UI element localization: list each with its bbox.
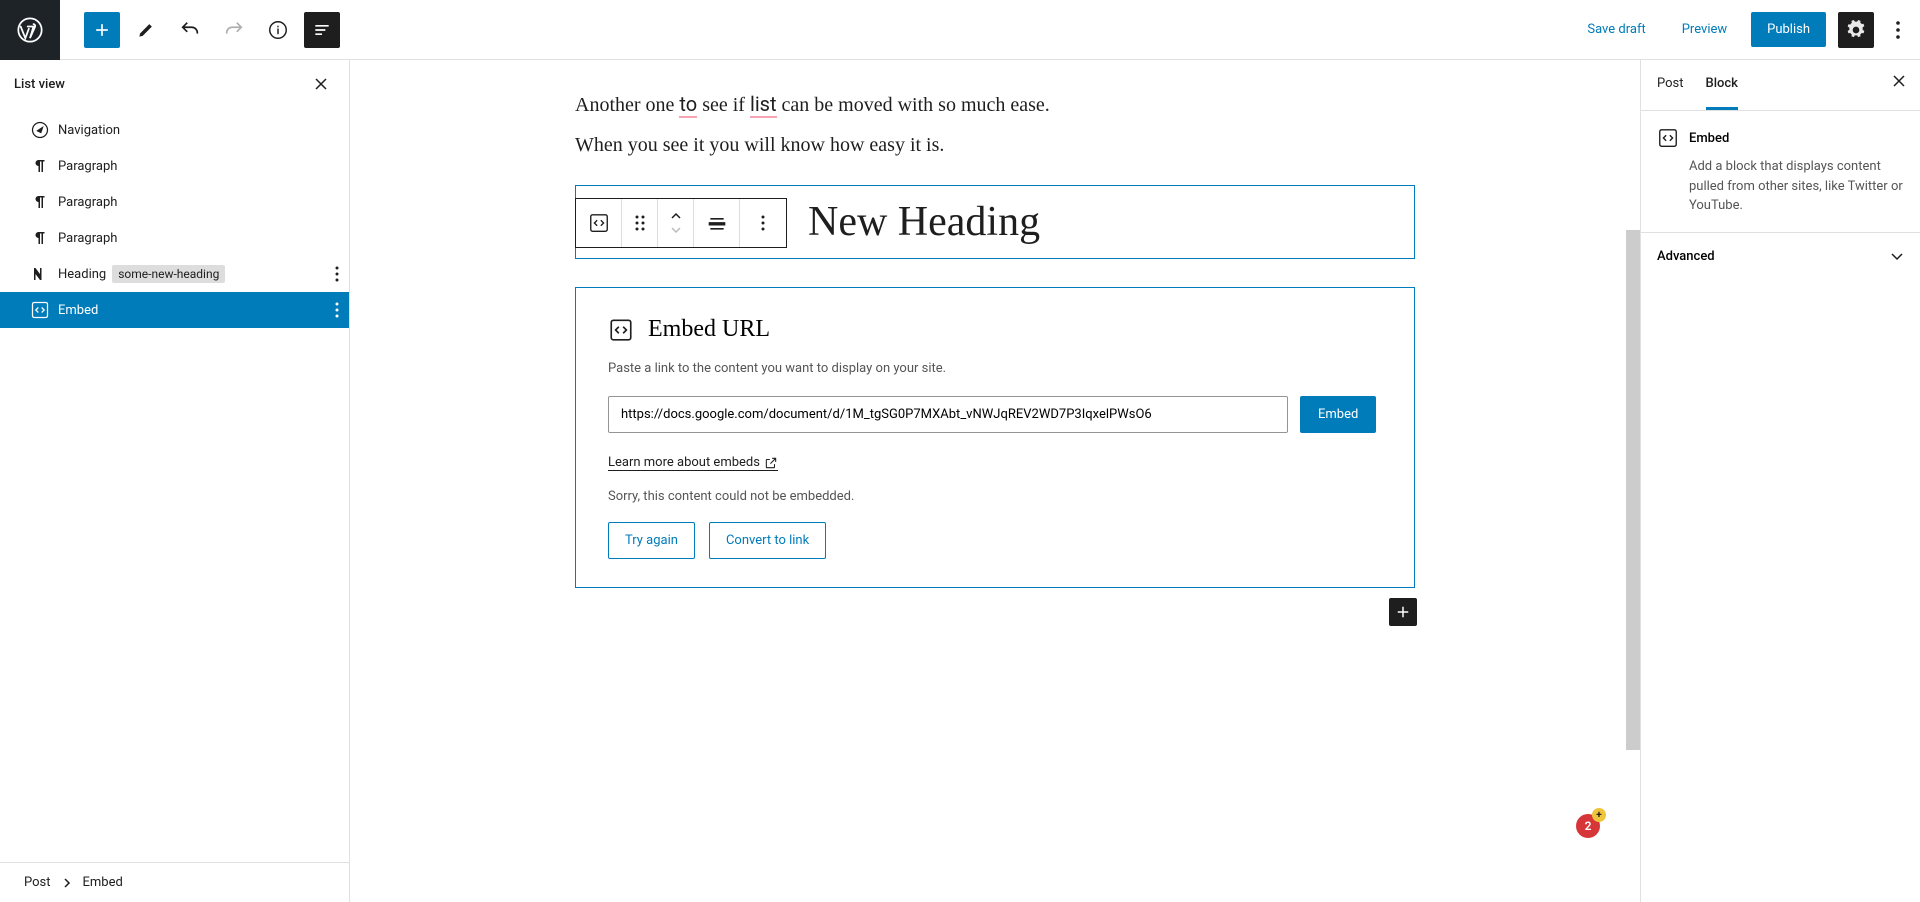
convert-to-link-button[interactable]: Convert to link [709, 522, 826, 559]
paragraph-block[interactable]: Another one to see if list can be moved … [575, 88, 1415, 121]
list-item-paragraph[interactable]: Paragraph [0, 220, 349, 256]
list-item-paragraph[interactable]: Paragraph [0, 148, 349, 184]
info-button[interactable] [260, 12, 296, 48]
add-block-button[interactable] [84, 12, 120, 48]
list-item-label: Navigation [58, 123, 120, 138]
settings-button[interactable] [1838, 12, 1874, 48]
edit-icon[interactable] [128, 12, 164, 48]
editor-canvas[interactable]: Another one to see if list can be moved … [350, 60, 1640, 902]
embed-submit-button[interactable]: Embed [1300, 396, 1376, 433]
learn-more-link[interactable]: Learn more about embeds [608, 455, 778, 471]
embed-icon [608, 317, 634, 343]
block-type-button[interactable] [576, 199, 622, 247]
scrollbar[interactable] [1626, 230, 1640, 750]
list-item-more-button[interactable] [335, 266, 339, 282]
list-item-label: Embed [58, 303, 98, 318]
top-toolbar: Save draft Preview Publish [0, 0, 1920, 60]
settings-sidebar: Post Block Embed Add a block that displa… [1640, 60, 1920, 902]
list-item-more-button[interactable] [335, 302, 339, 318]
advanced-panel-toggle[interactable]: Advanced [1641, 233, 1920, 280]
add-block-inline-button[interactable] [1389, 598, 1417, 626]
embed-url-input[interactable] [608, 396, 1288, 433]
paragraph-block[interactable]: When you see it you will know how easy i… [575, 129, 1415, 161]
breadcrumb-current[interactable]: Embed [83, 875, 123, 890]
chevron-down-icon [1890, 251, 1904, 261]
embed-icon [28, 298, 52, 322]
embed-error-text: Sorry, this content could not be embedde… [608, 489, 1382, 504]
tab-post[interactable]: Post [1657, 60, 1684, 110]
heading-block[interactable]: New Heading [575, 185, 1415, 259]
heading-icon [28, 262, 52, 286]
embed-block[interactable]: Embed URL Paste a link to the content yo… [575, 287, 1415, 588]
close-sidebar-button[interactable] [1892, 74, 1906, 88]
close-list-view-button[interactable] [313, 76, 329, 92]
block-description: Add a block that displays content pulled… [1689, 157, 1904, 216]
notification-plus-icon: + [1592, 808, 1606, 822]
chevron-right-icon [63, 878, 71, 888]
more-options-button[interactable] [1886, 12, 1910, 48]
redo-button[interactable] [216, 12, 252, 48]
paragraph-icon [28, 190, 52, 214]
publish-button[interactable]: Publish [1751, 12, 1826, 47]
wordpress-logo[interactable] [0, 0, 60, 60]
list-item-label: Paragraph [58, 231, 117, 246]
list-item-heading[interactable]: Heading some-new-heading [0, 256, 349, 292]
list-item-paragraph[interactable]: Paragraph [0, 184, 349, 220]
move-buttons[interactable] [658, 199, 694, 247]
embed-icon [1657, 127, 1679, 149]
save-draft-button[interactable]: Save draft [1575, 14, 1657, 45]
preview-button[interactable]: Preview [1670, 14, 1739, 45]
list-item-embed[interactable]: Embed [0, 292, 349, 328]
embed-title: Embed URL [648, 316, 770, 343]
list-item-label: Paragraph [58, 159, 117, 174]
block-name: Embed [1689, 131, 1729, 146]
breadcrumb: Post Embed [0, 862, 349, 902]
drag-handle[interactable] [622, 199, 658, 247]
list-view-toggle[interactable] [304, 12, 340, 48]
embed-description: Paste a link to the content you want to … [608, 361, 1382, 376]
list-item-navigation[interactable]: Navigation [0, 112, 349, 148]
list-item-label: Heading [58, 267, 106, 282]
block-more-button[interactable] [740, 199, 786, 247]
anchor-badge: some-new-heading [112, 265, 225, 283]
tab-block[interactable]: Block [1706, 60, 1738, 110]
try-again-button[interactable]: Try again [608, 522, 695, 559]
list-view-title: List view [14, 77, 65, 92]
align-button[interactable] [694, 199, 740, 247]
block-toolbar [575, 198, 787, 248]
breadcrumb-root[interactable]: Post [24, 875, 51, 890]
undo-button[interactable] [172, 12, 208, 48]
navigation-icon [28, 118, 52, 142]
block-info-panel: Embed Add a block that displays content … [1641, 111, 1920, 233]
list-item-label: Paragraph [58, 195, 117, 210]
list-view-sidebar: List view Navigation Paragraph Paragraph… [0, 60, 350, 902]
paragraph-icon [28, 154, 52, 178]
paragraph-icon [28, 226, 52, 250]
